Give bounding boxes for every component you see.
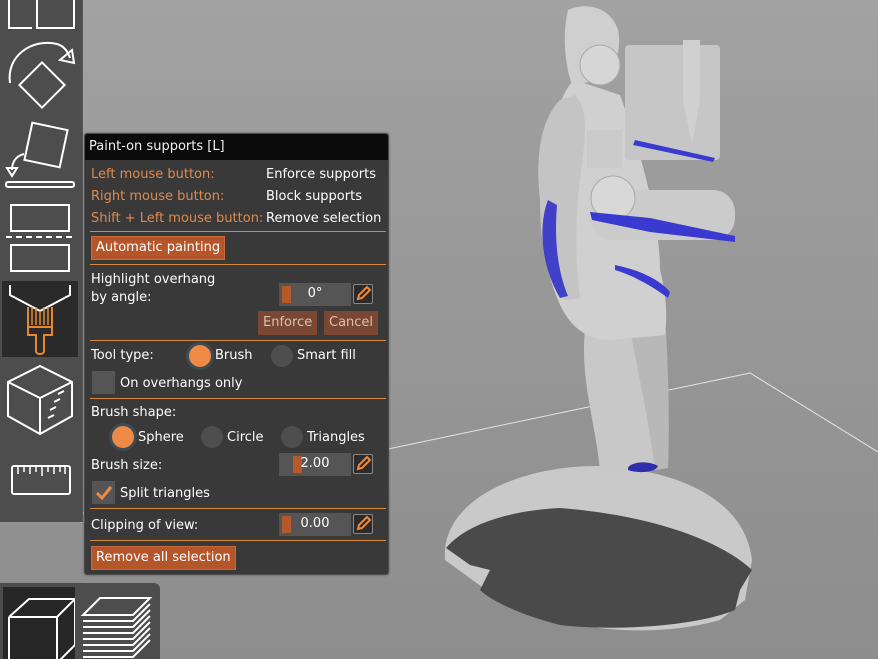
brush-shape-sphere-radio[interactable] bbox=[112, 426, 134, 448]
left-toolbar bbox=[0, 0, 83, 522]
clipping-value: 0.00 bbox=[300, 516, 330, 531]
place-on-face-icon bbox=[5, 121, 75, 188]
separator bbox=[90, 508, 386, 509]
select-area-icon bbox=[8, 0, 75, 29]
pencil-icon bbox=[356, 285, 372, 301]
pencil-icon bbox=[356, 455, 372, 471]
separator bbox=[90, 231, 386, 232]
separator bbox=[90, 398, 386, 399]
brush-shape-label: Brush shape: bbox=[91, 405, 177, 420]
overhang-angle-value: 0° bbox=[307, 286, 323, 301]
cut-tool[interactable] bbox=[2, 200, 78, 276]
on-overhangs-only-checkbox[interactable] bbox=[92, 371, 115, 394]
measure-icon bbox=[11, 465, 71, 495]
edit-clipping-button[interactable] bbox=[353, 514, 373, 534]
brush-size-label: Brush size: bbox=[91, 458, 163, 473]
cancel-button[interactable]: Cancel bbox=[324, 311, 379, 335]
highlight-overhang-label-1: Highlight overhang bbox=[91, 272, 216, 287]
brush-shape-circle-radio[interactable] bbox=[201, 426, 223, 448]
checkmark-icon bbox=[95, 486, 113, 501]
pencil-icon bbox=[356, 515, 372, 531]
hint-right-action: Right mouse button: bbox=[91, 189, 225, 204]
hint-right-result: Block supports bbox=[266, 189, 362, 204]
tool-type-brush-radio[interactable] bbox=[189, 345, 211, 367]
rotate-tool[interactable] bbox=[2, 36, 78, 114]
measure-tool[interactable] bbox=[2, 458, 78, 502]
clipping-of-view-label: Clipping of view: bbox=[91, 518, 199, 533]
3d-view-icon bbox=[8, 598, 76, 659]
layers-preview-icon bbox=[80, 597, 153, 658]
clipping-slider[interactable]: 0.00 bbox=[279, 513, 351, 536]
view-toolbar bbox=[0, 583, 160, 659]
rotate-icon bbox=[8, 41, 76, 110]
select-area-tool[interactable] bbox=[2, 0, 78, 32]
enforce-button[interactable]: Enforce bbox=[258, 311, 318, 335]
overhang-angle-slider[interactable]: 0° bbox=[279, 283, 351, 306]
3d-view-button[interactable] bbox=[3, 587, 76, 659]
brush-size-slider[interactable]: 2.00 bbox=[279, 453, 351, 476]
separator bbox=[90, 264, 386, 265]
model-scroll-top bbox=[579, 44, 621, 86]
cut-icon bbox=[6, 204, 74, 272]
seam-painting-tool[interactable] bbox=[2, 364, 78, 438]
panel-title: Paint-on supports [L] bbox=[85, 134, 388, 160]
split-triangles-label[interactable]: Split triangles bbox=[120, 486, 210, 501]
tool-type-smart-fill-radio[interactable] bbox=[271, 345, 293, 367]
paint-supports-tool[interactable] bbox=[2, 281, 78, 357]
seam-painting-icon bbox=[7, 364, 73, 436]
hint-shift-result: Remove selection bbox=[266, 211, 382, 226]
place-on-face-tool[interactable] bbox=[2, 118, 78, 192]
brush-shape-triangles-label[interactable]: Triangles bbox=[307, 430, 365, 445]
hint-left-action: Left mouse button: bbox=[91, 167, 215, 182]
paint-on-supports-panel: Paint-on supports [L] Left mouse button:… bbox=[84, 133, 389, 575]
brush-shape-circle-label[interactable]: Circle bbox=[227, 430, 264, 445]
automatic-painting-button[interactable]: Automatic painting bbox=[91, 236, 226, 260]
split-triangles-checkbox[interactable] bbox=[92, 481, 115, 504]
edit-brush-size-button[interactable] bbox=[353, 454, 373, 474]
on-overhangs-only-label[interactable]: On overhangs only bbox=[120, 376, 242, 391]
edit-angle-button[interactable] bbox=[353, 284, 373, 304]
separator bbox=[90, 340, 386, 341]
slider-handle[interactable] bbox=[282, 286, 291, 303]
hint-shift-action: Shift + Left mouse button: bbox=[91, 211, 264, 226]
separator bbox=[90, 540, 386, 541]
slider-handle[interactable] bbox=[282, 516, 291, 533]
hint-left-result: Enforce supports bbox=[266, 167, 377, 182]
preview-button[interactable] bbox=[80, 587, 153, 659]
brush-size-value: 2.00 bbox=[300, 456, 330, 471]
model-cylinder bbox=[587, 130, 622, 168]
remove-all-selection-button[interactable]: Remove all selection bbox=[91, 546, 236, 570]
tool-type-label: Tool type: bbox=[91, 348, 154, 363]
highlight-overhang-label-2: by angle: bbox=[91, 290, 152, 305]
brush-shape-triangles-radio[interactable] bbox=[281, 426, 303, 448]
brush-shape-sphere-label[interactable]: Sphere bbox=[138, 430, 184, 445]
paint-supports-icon bbox=[9, 285, 71, 355]
tool-type-smart-fill-label[interactable]: Smart fill bbox=[297, 348, 356, 363]
tool-type-brush-label[interactable]: Brush bbox=[215, 348, 253, 363]
